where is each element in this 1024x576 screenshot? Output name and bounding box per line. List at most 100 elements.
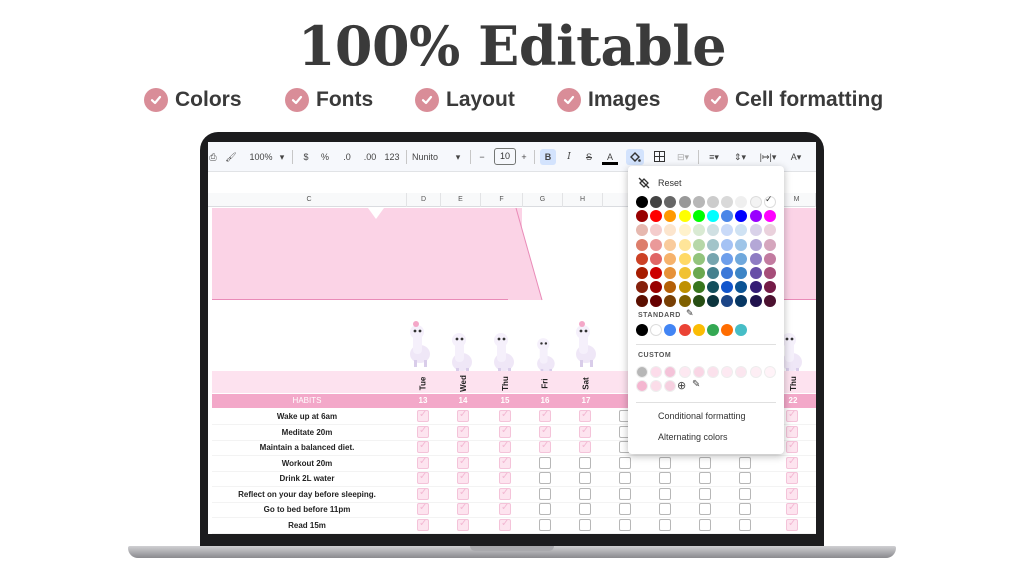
habit-checkbox[interactable] <box>786 502 798 515</box>
color-swatch[interactable] <box>749 196 762 208</box>
custom-swatch[interactable] <box>664 380 677 392</box>
color-swatch[interactable] <box>650 210 663 223</box>
color-swatch[interactable] <box>749 224 762 237</box>
color-swatch[interactable] <box>735 267 748 279</box>
color-swatch[interactable] <box>721 224 734 237</box>
habit-checkbox[interactable] <box>499 518 511 531</box>
habit-checkbox[interactable] <box>619 488 631 500</box>
habit-checkbox[interactable] <box>579 519 591 531</box>
conditional-formatting-item[interactable]: Conditional formatting <box>658 411 746 421</box>
alternating-colors-item[interactable]: Alternating colors <box>658 432 728 442</box>
color-swatch[interactable] <box>735 295 748 308</box>
habit-checkbox[interactable] <box>499 487 511 500</box>
habit-checkbox[interactable] <box>619 457 631 469</box>
color-swatch[interactable] <box>636 267 648 279</box>
habit-checkbox[interactable] <box>457 518 469 531</box>
color-swatch[interactable] <box>636 224 648 237</box>
habit-checkbox[interactable] <box>417 456 429 469</box>
habit-checkbox[interactable] <box>786 440 798 453</box>
color-swatch[interactable] <box>650 252 663 265</box>
color-swatch[interactable] <box>692 224 705 237</box>
habit-checkbox[interactable] <box>539 409 551 422</box>
color-swatch[interactable] <box>763 252 776 265</box>
strikethrough-button[interactable]: S <box>582 149 596 165</box>
number-format-button[interactable]: 123 <box>384 149 400 165</box>
column-header[interactable]: E <box>441 193 481 207</box>
color-swatch[interactable] <box>636 295 648 308</box>
color-swatch[interactable] <box>749 238 762 251</box>
habit-checkbox[interactable] <box>786 487 798 500</box>
habit-checkbox[interactable] <box>659 457 671 469</box>
habit-checkbox[interactable] <box>619 503 631 515</box>
custom-swatch[interactable] <box>678 366 691 378</box>
fill-color-icon[interactable] <box>626 149 644 165</box>
custom-swatch[interactable] <box>763 366 776 378</box>
color-swatch[interactable] <box>721 281 734 294</box>
standard-swatch[interactable] <box>636 324 648 336</box>
currency-button[interactable]: $ <box>300 149 312 165</box>
color-swatch[interactable] <box>707 281 719 294</box>
custom-swatch[interactable] <box>692 366 705 378</box>
increase-decimal-button[interactable]: .00 <box>360 149 380 165</box>
habit-checkbox[interactable] <box>417 471 429 484</box>
color-swatch[interactable] <box>721 210 734 223</box>
habit-checkbox[interactable] <box>699 457 711 469</box>
habit-checkbox[interactable] <box>699 503 711 515</box>
color-swatch[interactable] <box>721 238 734 251</box>
color-swatch[interactable] <box>707 210 719 223</box>
column-header[interactable]: H <box>563 193 603 207</box>
color-swatch[interactable] <box>636 210 648 223</box>
font-size-input[interactable]: 10 <box>494 148 516 165</box>
font-select[interactable]: Nunito <box>412 149 448 165</box>
habit-checkbox[interactable] <box>499 456 511 469</box>
align-icon[interactable]: ≡▾ <box>704 149 724 165</box>
color-swatch[interactable] <box>650 281 663 294</box>
column-header[interactable]: F <box>481 193 523 207</box>
zoom-select[interactable]: 100% <box>244 149 278 165</box>
habit-checkbox[interactable] <box>739 519 751 531</box>
color-swatch[interactable] <box>636 281 648 294</box>
habit-checkbox[interactable] <box>539 440 551 453</box>
color-swatch[interactable] <box>749 281 762 294</box>
habit-checkbox[interactable] <box>739 503 751 515</box>
color-swatch[interactable] <box>650 267 663 279</box>
habit-checkbox[interactable] <box>539 472 551 484</box>
color-swatch[interactable] <box>735 224 748 237</box>
color-swatch[interactable] <box>678 267 691 279</box>
habit-checkbox[interactable] <box>539 425 551 438</box>
color-swatch[interactable] <box>650 196 663 208</box>
color-swatch[interactable] <box>721 267 734 279</box>
color-swatch[interactable] <box>664 238 677 251</box>
color-swatch[interactable] <box>707 224 719 237</box>
habit-checkbox[interactable] <box>457 440 469 453</box>
color-swatch[interactable] <box>735 252 748 265</box>
custom-swatch[interactable] <box>735 366 748 378</box>
color-swatch[interactable] <box>707 238 719 251</box>
color-swatch[interactable] <box>678 238 691 251</box>
habit-checkbox[interactable] <box>579 488 591 500</box>
merge-cells-icon[interactable]: ⊟▾ <box>674 149 692 165</box>
color-swatch[interactable] <box>692 295 705 308</box>
color-swatch[interactable] <box>650 238 663 251</box>
habit-checkbox[interactable] <box>417 440 429 453</box>
habit-checkbox[interactable] <box>699 519 711 531</box>
column-header[interactable]: D <box>407 193 441 207</box>
color-swatch[interactable] <box>749 252 762 265</box>
borders-icon[interactable] <box>652 149 666 165</box>
color-swatch[interactable] <box>749 267 762 279</box>
color-swatch[interactable] <box>678 196 691 208</box>
habit-checkbox[interactable] <box>659 472 671 484</box>
habit-checkbox[interactable] <box>457 409 469 422</box>
font-size-increase[interactable]: + <box>518 149 530 165</box>
custom-swatch[interactable] <box>749 366 762 378</box>
color-swatch[interactable] <box>664 281 677 294</box>
custom-swatch[interactable] <box>650 380 663 392</box>
color-swatch[interactable] <box>636 238 648 251</box>
habit-checkbox[interactable] <box>579 472 591 484</box>
color-swatch[interactable] <box>749 210 762 223</box>
color-swatch[interactable] <box>664 252 677 265</box>
column-header[interactable]: G <box>523 193 563 207</box>
add-custom-color-icon[interactable]: ⊕ <box>677 379 686 392</box>
habit-checkbox[interactable] <box>786 518 798 531</box>
standard-swatch[interactable] <box>721 324 734 336</box>
